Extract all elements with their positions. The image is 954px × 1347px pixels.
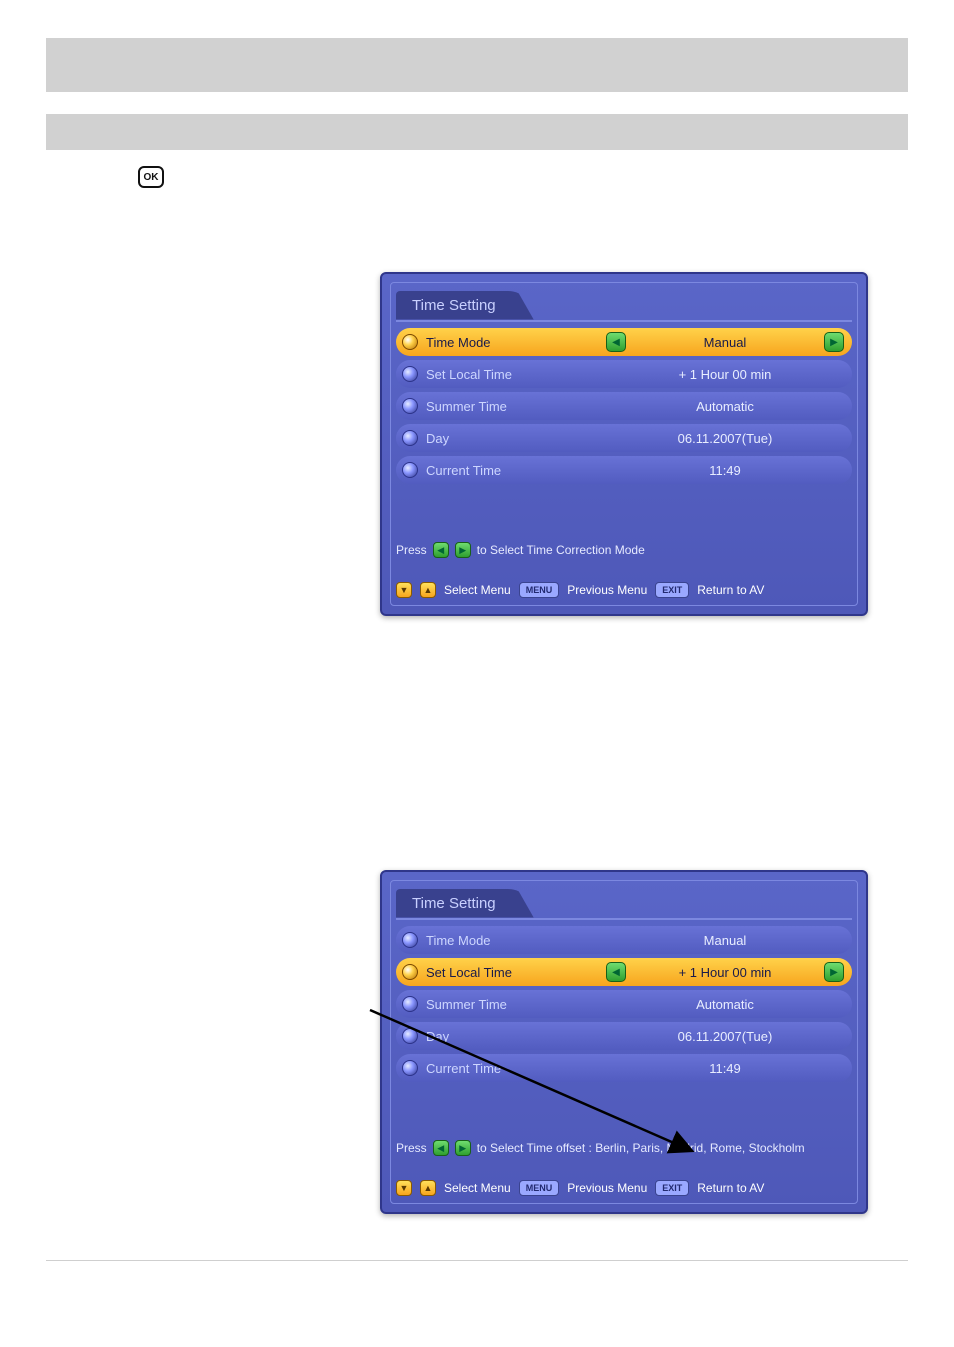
menu-row-set-local-time[interactable]: Set Local Time ◀ + 1 Hour 00 min ▶ xyxy=(396,360,852,388)
footer-select: Select Menu xyxy=(444,1181,511,1195)
footer-exit: Return to AV xyxy=(697,1181,764,1195)
osd-title-tab: Time Setting xyxy=(396,886,534,920)
row-value: 06.11.2007(Tue) xyxy=(626,431,824,446)
bullet-icon xyxy=(402,462,418,478)
row-label: Day xyxy=(426,1029,606,1044)
row-value: 11:49 xyxy=(626,1061,824,1076)
menu-row-summer-time[interactable]: Summer Time ◀ Automatic ▶ xyxy=(396,990,852,1018)
row-label: Summer Time xyxy=(426,997,606,1012)
bullet-icon xyxy=(402,996,418,1012)
bullet-icon xyxy=(402,1060,418,1076)
arrow-left-icon: ◀ xyxy=(433,542,449,558)
osd-menu-list: Time Mode ◀ Manual ▶ Set Local Time ◀ + … xyxy=(396,926,852,1082)
footer-menu: Previous Menu xyxy=(567,583,647,597)
osd-title: Time Setting xyxy=(396,291,534,320)
bullet-icon xyxy=(402,430,418,446)
row-value: 11:49 xyxy=(626,463,824,478)
arrow-right-icon: ▶ xyxy=(455,1140,471,1156)
page-footer-divider xyxy=(46,1260,908,1261)
hint-prefix: Press xyxy=(396,543,427,557)
row-value: Automatic xyxy=(626,399,824,414)
row-label: Day xyxy=(426,431,606,446)
row-label: Summer Time xyxy=(426,399,606,414)
row-value: Manual xyxy=(626,335,824,350)
row-value: + 1 Hour 00 min xyxy=(626,965,824,980)
row-value: Automatic xyxy=(626,997,824,1012)
row-value: 06.11.2007(Tue) xyxy=(626,1029,824,1044)
row-label: Set Local Time xyxy=(426,367,606,382)
bullet-icon xyxy=(402,366,418,382)
osd-title-tab: Time Setting xyxy=(396,288,534,322)
arrow-left-icon: ◀ xyxy=(433,1140,449,1156)
footer-select: Select Menu xyxy=(444,583,511,597)
arrow-right-icon: ▶ xyxy=(455,542,471,558)
menu-row-day[interactable]: Day ◀ 06.11.2007(Tue) ▶ xyxy=(396,424,852,452)
osd-menu-list: Time Mode ◀ Manual ▶ Set Local Time ◀ + … xyxy=(396,328,852,484)
row-label: Time Mode xyxy=(426,335,606,350)
row-value: Manual xyxy=(626,933,824,948)
bullet-icon xyxy=(402,1028,418,1044)
osd-footer: ▼ ▲ Select Menu MENU Previous Menu EXIT … xyxy=(396,1180,764,1196)
arrow-up-icon: ▲ xyxy=(420,1180,436,1196)
ok-key-reference: OK xyxy=(138,166,908,188)
bullet-icon xyxy=(402,932,418,948)
hint-suffix: to Select Time offset : Berlin, Paris, M… xyxy=(477,1141,805,1155)
arrow-left-icon[interactable]: ◀ xyxy=(606,962,626,982)
menu-row-time-mode[interactable]: Time Mode ◀ Manual ▶ xyxy=(396,926,852,954)
row-label: Set Local Time xyxy=(426,965,606,980)
exit-tag: EXIT xyxy=(655,1180,689,1196)
osd-hint: Press ◀ ▶ to Select Time offset : Berlin… xyxy=(396,1140,805,1156)
row-label: Current Time xyxy=(426,463,606,478)
bullet-icon xyxy=(402,398,418,414)
menu-row-summer-time[interactable]: Summer Time ◀ Automatic ▶ xyxy=(396,392,852,420)
row-label: Time Mode xyxy=(426,933,606,948)
menu-row-current-time[interactable]: Current Time ◀ 11:49 ▶ xyxy=(396,1054,852,1082)
arrow-down-icon: ▼ xyxy=(396,582,412,598)
footer-menu: Previous Menu xyxy=(567,1181,647,1195)
hint-suffix: to Select Time Correction Mode xyxy=(477,543,645,557)
osd-time-setting-2: Time Setting Time Mode ◀ Manual ▶ Set Lo… xyxy=(380,870,868,1214)
menu-row-set-local-time[interactable]: Set Local Time ◀ + 1 Hour 00 min ▶ xyxy=(396,958,852,986)
arrow-right-icon[interactable]: ▶ xyxy=(824,332,844,352)
menu-tag: MENU xyxy=(519,582,560,598)
osd-tab-divider xyxy=(396,918,852,920)
menu-row-day[interactable]: Day ◀ 06.11.2007(Tue) ▶ xyxy=(396,1022,852,1050)
arrow-right-icon[interactable]: ▶ xyxy=(824,962,844,982)
osd-hint: Press ◀ ▶ to Select Time Correction Mode xyxy=(396,542,645,558)
osd-tab-divider xyxy=(396,320,852,322)
row-label: Current Time xyxy=(426,1061,606,1076)
arrow-down-icon: ▼ xyxy=(396,1180,412,1196)
osd-title: Time Setting xyxy=(396,889,534,918)
exit-tag: EXIT xyxy=(655,582,689,598)
osd-time-setting-1: Time Setting Time Mode ◀ Manual ▶ Set Lo… xyxy=(380,272,868,616)
bullet-icon xyxy=(402,964,418,980)
menu-tag: MENU xyxy=(519,1180,560,1196)
footer-exit: Return to AV xyxy=(697,583,764,597)
row-value: + 1 Hour 00 min xyxy=(626,367,824,382)
arrow-left-icon[interactable]: ◀ xyxy=(606,332,626,352)
menu-row-current-time[interactable]: Current Time ◀ 11:49 ▶ xyxy=(396,456,852,484)
ok-icon: OK xyxy=(138,166,164,188)
bullet-icon xyxy=(402,334,418,350)
subsection-heading-bar xyxy=(46,114,908,150)
arrow-up-icon: ▲ xyxy=(420,582,436,598)
menu-row-time-mode[interactable]: Time Mode ◀ Manual ▶ xyxy=(396,328,852,356)
hint-prefix: Press xyxy=(396,1141,427,1155)
section-heading-bar xyxy=(46,38,908,92)
osd-footer: ▼ ▲ Select Menu MENU Previous Menu EXIT … xyxy=(396,582,764,598)
